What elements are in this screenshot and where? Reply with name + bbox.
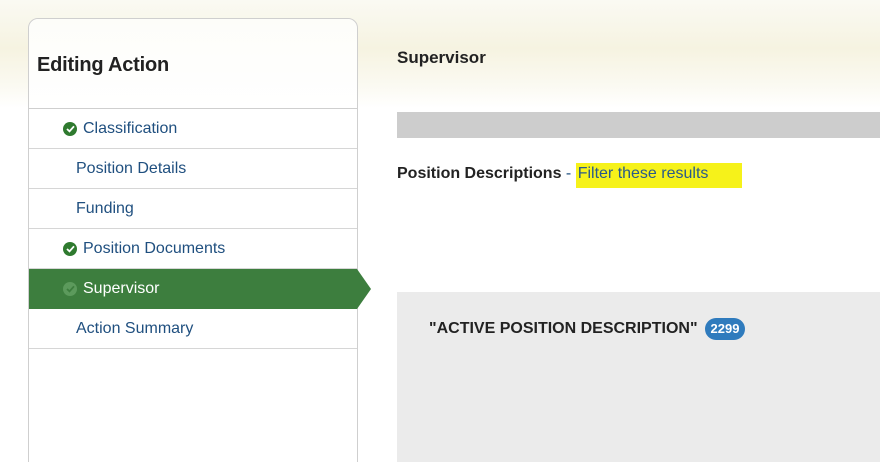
sidebar-item-label: Classification — [83, 119, 178, 137]
sidebar-item-classification[interactable]: Classification — [29, 109, 357, 149]
result-summary: "ACTIVE POSITION DESCRIPTION" 2299 — [429, 318, 746, 340]
sidebar-item-position-documents[interactable]: Position Documents — [29, 229, 357, 269]
check-circle-icon — [63, 281, 77, 296]
sidebar-nav: Classification Position Details Funding … — [29, 109, 371, 349]
position-descriptions-line: Position Descriptions - Filter these res… — [397, 163, 743, 188]
result-count-badge: 2299 — [704, 318, 746, 340]
sidebar-title: Editing Action — [37, 54, 169, 76]
sidebar-item-supervisor[interactable]: Supervisor — [29, 269, 371, 309]
filter-results-link[interactable]: Filter these results — [575, 163, 743, 188]
sidebar-item-label: Position Details — [76, 159, 187, 177]
check-circle-icon — [63, 241, 77, 256]
position-descriptions-label: Position Descriptions — [397, 165, 562, 182]
section-divider-bar — [397, 112, 880, 138]
sidebar: Editing Action Classification Position D… — [28, 18, 371, 462]
sidebar-item-label: Supervisor — [83, 279, 160, 297]
check-circle-icon — [63, 121, 77, 136]
sidebar-item-position-details[interactable]: Position Details — [29, 149, 357, 189]
active-arrow-indicator — [357, 269, 371, 309]
results-panel: "ACTIVE POSITION DESCRIPTION" 2299 — [397, 292, 880, 462]
sidebar-item-funding[interactable]: Funding — [29, 189, 357, 229]
page: Editing Action Classification Position D… — [0, 0, 880, 462]
sidebar-item-action-summary[interactable]: Action Summary — [29, 309, 357, 349]
sidebar-item-label: Position Documents — [83, 239, 226, 257]
sidebar-item-label: Funding — [76, 199, 134, 217]
result-query-text: "ACTIVE POSITION DESCRIPTION" — [429, 320, 698, 337]
page-title: Supervisor — [397, 48, 486, 67]
sidebar-item-label: Action Summary — [76, 319, 194, 337]
sidebar-header: Editing Action — [29, 19, 357, 109]
separator-text: - — [561, 165, 576, 182]
